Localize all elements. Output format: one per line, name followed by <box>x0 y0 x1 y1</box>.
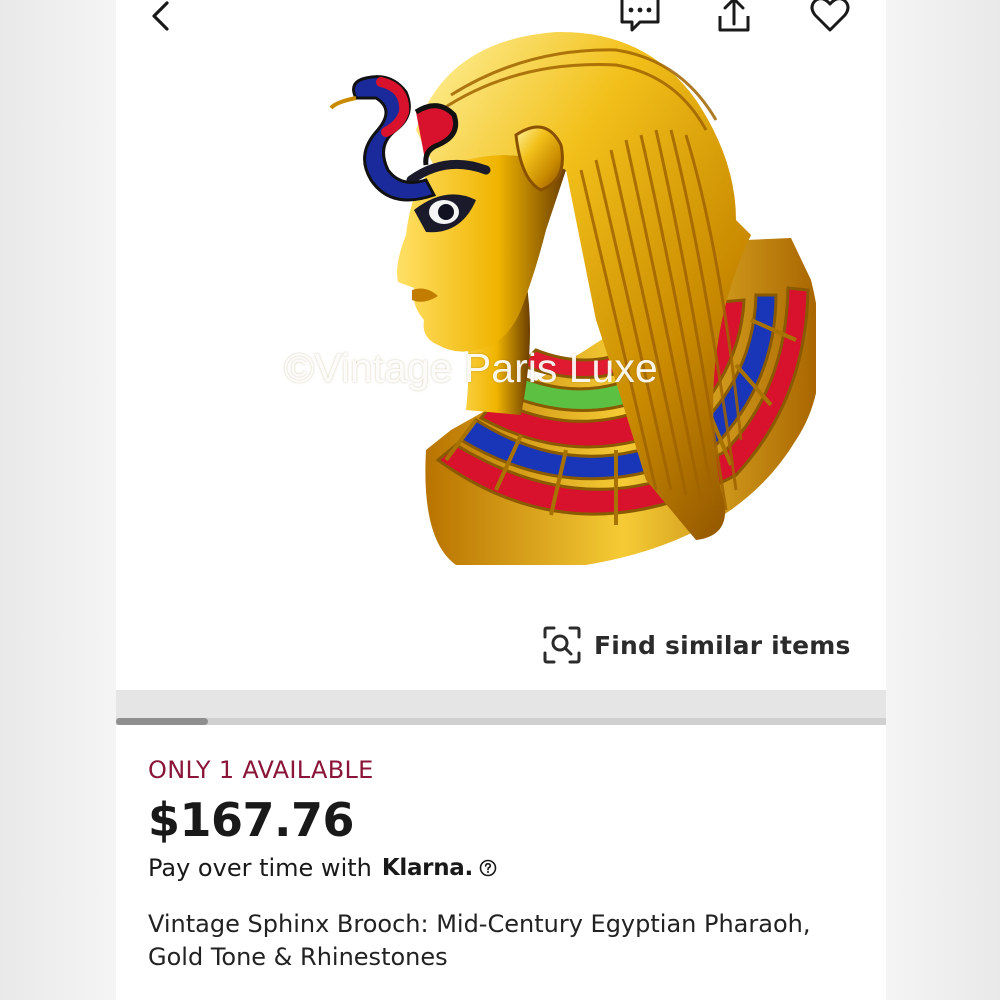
back-button[interactable] <box>140 0 184 38</box>
gallery-divider <box>116 690 886 718</box>
listing-info: ONLY 1 AVAILABLE $167.76 Pay over time w… <box>148 752 868 974</box>
watch-button[interactable] <box>808 0 852 38</box>
listing-screen: ©Vintage Paris Luxe Find similar items O… <box>116 0 886 1000</box>
share-button[interactable] <box>712 0 756 38</box>
top-navigation-bar <box>116 0 886 48</box>
gallery-scrollbar[interactable] <box>116 718 886 725</box>
share-icon <box>718 0 750 32</box>
image-watermark: ©Vintage Paris Luxe <box>284 345 658 391</box>
image-gallery[interactable]: ©Vintage Paris Luxe Find similar items <box>116 0 886 690</box>
heart-icon <box>810 0 850 32</box>
message-seller-button[interactable] <box>618 0 662 38</box>
find-similar-button[interactable]: Find similar items <box>521 611 886 679</box>
visual-search-icon <box>541 624 583 666</box>
listing-title: Vintage Sphinx Brooch: Mid-Century Egypt… <box>148 910 811 971</box>
find-similar-label: Find similar items <box>594 630 851 660</box>
help-icon[interactable] <box>479 859 497 877</box>
klarna-logo: Klarna. <box>381 855 473 881</box>
message-icon <box>620 0 660 32</box>
availability-label: ONLY 1 AVAILABLE <box>148 756 374 784</box>
price: $167.76 <box>148 793 355 847</box>
product-image[interactable] <box>176 20 816 580</box>
gallery-scroll-thumb[interactable] <box>116 718 208 725</box>
chevron-left-icon <box>152 1 169 31</box>
klarna-financing: Pay over time with Klarna. <box>148 848 868 888</box>
pay-over-time-text: Pay over time with <box>148 854 372 882</box>
